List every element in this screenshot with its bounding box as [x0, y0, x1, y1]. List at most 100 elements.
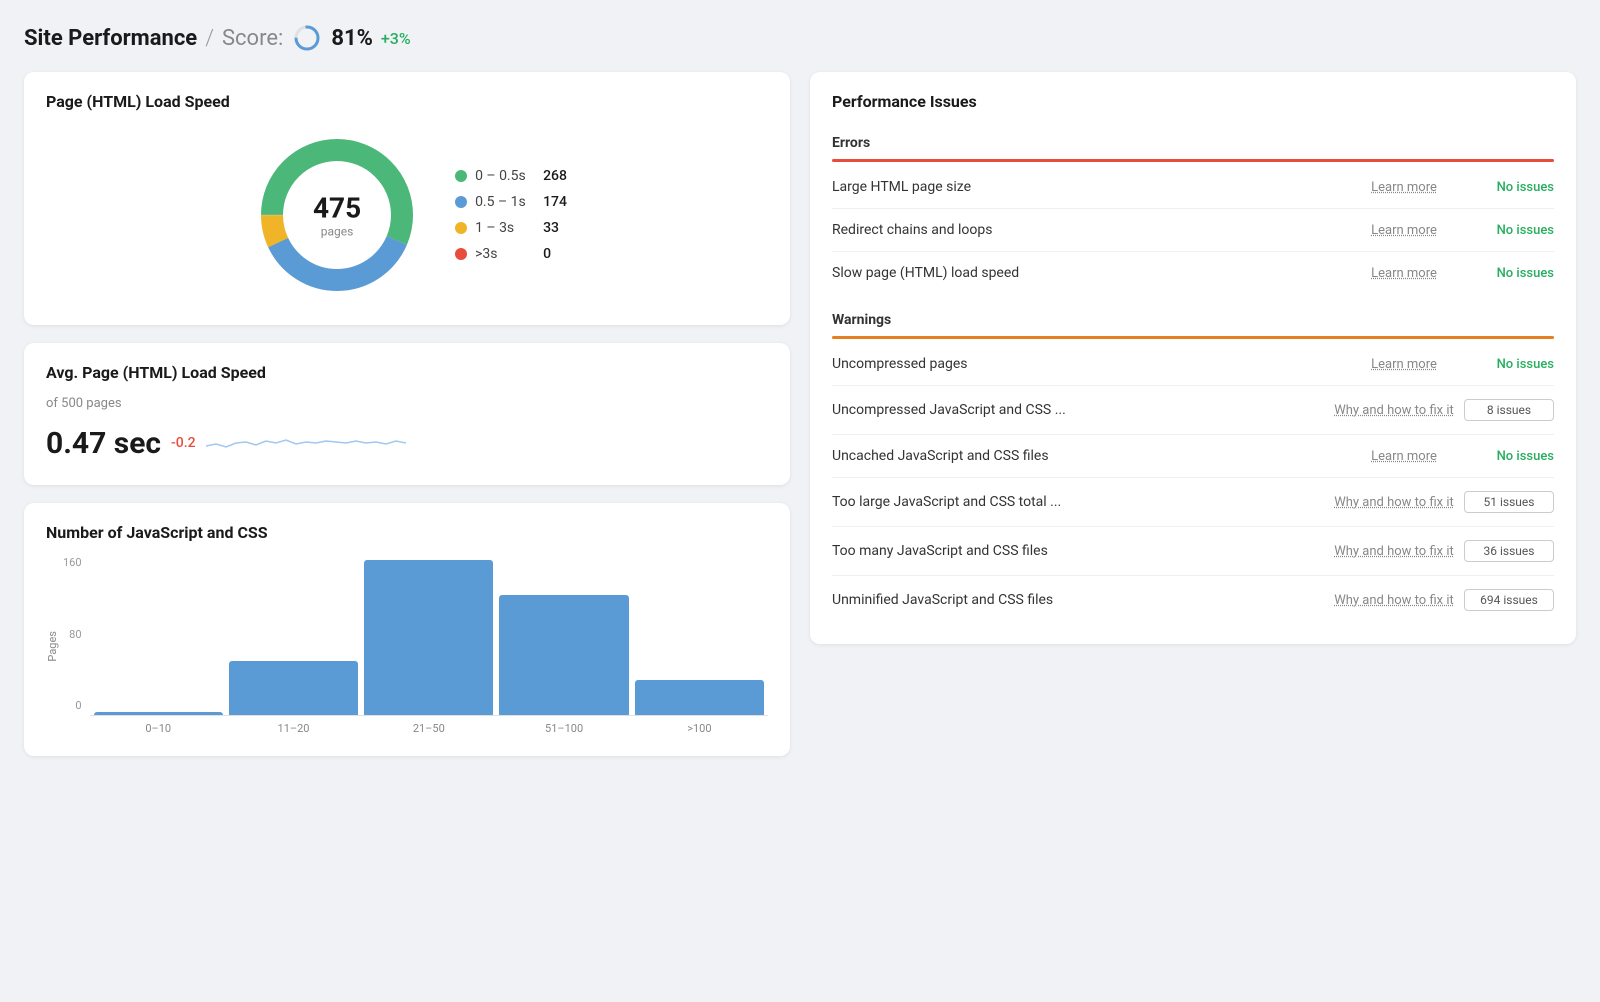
issue-row: Uncompressed pages Learn more No issues — [832, 343, 1554, 386]
page-header: Site Performance / Score: 81% +3% — [24, 24, 1576, 52]
issue-name: Redirect chains and loops — [832, 222, 1334, 238]
legend-dot — [455, 196, 467, 208]
issue-badge[interactable]: 8 issues — [1464, 399, 1554, 421]
bar-chart-inner: 0–1011–2021–5051–100>100 — [90, 556, 768, 736]
main-grid: Page (HTML) Load Speed — [24, 72, 1576, 756]
score-delta: +3% — [381, 29, 411, 48]
issue-name: Unminified JavaScript and CSS files — [832, 592, 1324, 608]
errors-header: Errors — [832, 125, 1554, 159]
bar-group — [364, 556, 493, 715]
issue-name: Large HTML page size — [832, 179, 1334, 195]
issue-link[interactable]: Why and how to fix it — [1334, 403, 1454, 418]
x-label: 51–100 — [499, 722, 628, 735]
issue-name: Too large JavaScript and CSS total ... — [832, 494, 1324, 510]
page-title: Site Performance — [24, 26, 197, 51]
x-label: 21–50 — [364, 722, 493, 735]
issue-link[interactable]: Why and how to fix it — [1334, 593, 1454, 608]
bar-group — [499, 556, 628, 715]
issue-row: Uncached JavaScript and CSS files Learn … — [832, 435, 1554, 478]
avg-subtitle: of 500 pages — [46, 396, 768, 411]
y-axis-label: Pages — [46, 631, 59, 662]
legend-count: 33 — [543, 220, 559, 236]
y-axis: 160 80 0 — [63, 556, 90, 736]
issue-link[interactable]: Why and how to fix it — [1334, 544, 1454, 559]
bar-group — [229, 556, 358, 715]
errors-divider — [832, 159, 1554, 162]
warnings-list: Uncompressed pages Learn more No issues … — [832, 343, 1554, 624]
issue-status: No issues — [1474, 357, 1554, 372]
donut-chart: 475 pages — [247, 125, 427, 305]
warnings-divider — [832, 336, 1554, 339]
slash: / — [205, 26, 214, 51]
donut-section: 475 pages 0 – 0.5s 268 0.5 – 1s 174 1 – … — [46, 125, 768, 305]
legend: 0 – 0.5s 268 0.5 – 1s 174 1 – 3s 33 >3s … — [455, 168, 567, 262]
bar — [94, 712, 223, 715]
issue-row: Too many JavaScript and CSS files Why an… — [832, 527, 1554, 576]
issue-row: Large HTML page size Learn more No issue… — [832, 166, 1554, 209]
legend-item: 0.5 – 1s 174 — [455, 194, 567, 210]
avg-delta: -0.2 — [171, 435, 196, 451]
score-label: Score: — [222, 26, 283, 51]
issue-name: Uncached JavaScript and CSS files — [832, 448, 1334, 464]
legend-dot — [455, 222, 467, 234]
bar — [635, 680, 764, 715]
performance-issues-card: Performance Issues Errors Large HTML pag… — [810, 72, 1576, 644]
legend-range: 0.5 – 1s — [475, 194, 535, 210]
x-label: 11–20 — [229, 722, 358, 735]
issue-link[interactable]: Learn more — [1344, 449, 1464, 464]
js-css-title: Number of JavaScript and CSS — [46, 523, 768, 542]
issue-status: No issues — [1474, 223, 1554, 238]
avg-value: 0.47 sec — [46, 426, 161, 461]
issue-link[interactable]: Learn more — [1344, 223, 1464, 238]
avg-speed-title: Avg. Page (HTML) Load Speed — [46, 363, 768, 382]
issue-badge[interactable]: 694 issues — [1464, 589, 1554, 611]
errors-list: Large HTML page size Learn more No issue… — [832, 166, 1554, 294]
donut-count: 475 — [313, 192, 361, 225]
issue-row: Unminified JavaScript and CSS files Why … — [832, 576, 1554, 624]
bar — [364, 560, 493, 715]
load-speed-title: Page (HTML) Load Speed — [46, 92, 768, 111]
issue-status: No issues — [1474, 266, 1554, 281]
issue-link[interactable]: Learn more — [1344, 266, 1464, 281]
left-column: Page (HTML) Load Speed — [24, 72, 790, 756]
legend-range: >3s — [475, 246, 535, 262]
issue-link[interactable]: Learn more — [1344, 357, 1464, 372]
issue-name: Uncompressed pages — [832, 356, 1334, 372]
issue-row: Too large JavaScript and CSS total ... W… — [832, 478, 1554, 527]
legend-count: 268 — [543, 168, 567, 184]
issue-link[interactable]: Learn more — [1344, 180, 1464, 195]
js-css-card: Number of JavaScript and CSS Pages 160 8… — [24, 503, 790, 756]
issue-name: Slow page (HTML) load speed — [832, 265, 1334, 281]
bar — [229, 661, 358, 715]
legend-dot — [455, 170, 467, 182]
issue-name: Uncompressed JavaScript and CSS ... — [832, 402, 1324, 418]
warnings-header: Warnings — [832, 302, 1554, 336]
issue-badge[interactable]: 36 issues — [1464, 540, 1554, 562]
legend-range: 0 – 0.5s — [475, 168, 535, 184]
bar-group — [635, 556, 764, 715]
legend-count: 174 — [543, 194, 567, 210]
avg-value-row: 0.47 sec -0.2 — [46, 421, 768, 465]
legend-item: 0 – 0.5s 268 — [455, 168, 567, 184]
legend-item: 1 – 3s 33 — [455, 220, 567, 236]
performance-issues-title: Performance Issues — [832, 92, 1554, 111]
x-label: >100 — [635, 722, 764, 735]
bars-container — [90, 556, 768, 716]
issue-row: Redirect chains and loops Learn more No … — [832, 209, 1554, 252]
avg-speed-card: Avg. Page (HTML) Load Speed of 500 pages… — [24, 343, 790, 485]
issue-name: Too many JavaScript and CSS files — [832, 543, 1324, 559]
issue-status: No issues — [1474, 180, 1554, 195]
donut-center-label: 475 pages — [313, 192, 361, 239]
score-value: 81% — [331, 26, 373, 51]
issue-link[interactable]: Why and how to fix it — [1334, 495, 1454, 510]
sparkline — [206, 421, 768, 465]
legend-dot — [455, 248, 467, 260]
issue-status: No issues — [1474, 449, 1554, 464]
donut-sub: pages — [313, 225, 361, 239]
issue-badge[interactable]: 51 issues — [1464, 491, 1554, 513]
issue-row: Slow page (HTML) load speed Learn more N… — [832, 252, 1554, 294]
bar — [499, 595, 628, 715]
x-labels: 0–1011–2021–5051–100>100 — [90, 716, 768, 735]
load-speed-card: Page (HTML) Load Speed — [24, 72, 790, 325]
legend-item: >3s 0 — [455, 246, 567, 262]
